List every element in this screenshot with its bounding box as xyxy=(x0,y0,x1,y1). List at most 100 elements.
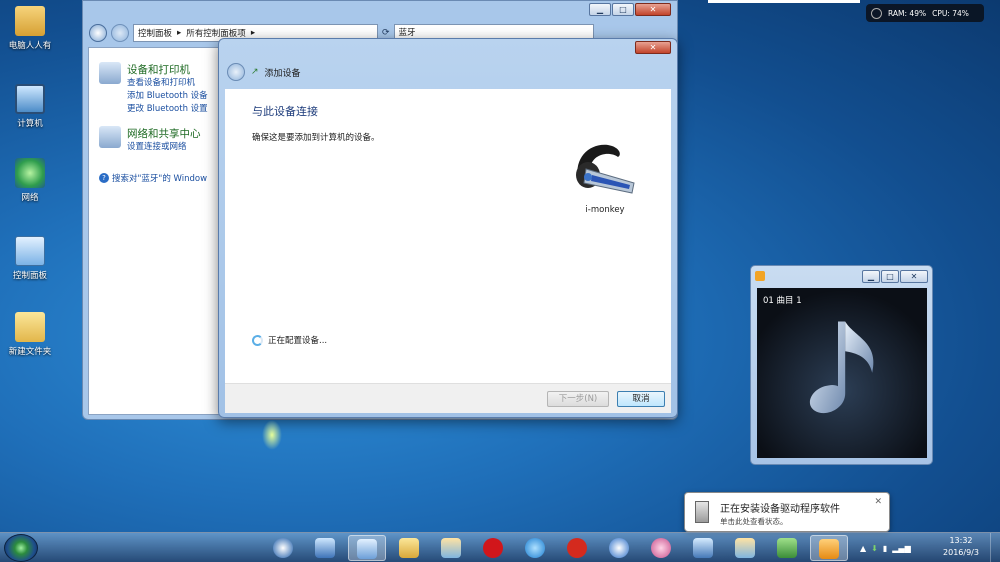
taskbar: ▲ ⬇ ▮ ▂▄▆ 13:32 2016/9/3 xyxy=(0,532,1000,562)
taskbar-photos[interactable] xyxy=(768,535,806,561)
media-player-icon xyxy=(819,539,839,559)
next-button[interactable]: 下一步(N) xyxy=(547,391,609,407)
add-device-dialog: ✕ ↗ 添加设备 与此设备连接 确保这是要添加到计算机的设备。 i-monkey… xyxy=(218,38,678,418)
desktop-icon-computer[interactable]: 计算机 xyxy=(0,84,60,129)
notification-balloon[interactable]: 正在安装设备驱动程序软件 单击此处查看状态。 ✕ xyxy=(684,492,890,532)
folder-icon xyxy=(15,312,45,342)
taskbar-control-panel[interactable] xyxy=(348,535,386,561)
desktop-icon-label: 控制面板 xyxy=(12,271,47,281)
desktop-icon-label: 网络 xyxy=(21,193,39,203)
headset-icon xyxy=(576,144,635,194)
back-icon[interactable] xyxy=(227,63,245,81)
computer-icon xyxy=(15,84,45,114)
screen-icon xyxy=(693,538,713,558)
maximize-button[interactable]: □ xyxy=(881,269,899,283)
system-tray: ▲ ⬇ ▮ ▂▄▆ xyxy=(860,537,922,559)
minimize-button[interactable]: ▁ xyxy=(862,269,880,283)
close-button[interactable]: ✕ xyxy=(900,269,928,283)
category-title[interactable]: 设备和打印机 xyxy=(127,62,208,77)
system-monitor-gadget: RAM: 49% CPU: 74% xyxy=(866,4,984,22)
add-device-icon: ↗ xyxy=(251,67,259,77)
category-link[interactable]: 更改 Bluetooth 设置 xyxy=(127,103,208,116)
desktop-icon-folder[interactable]: 新建文件夹 xyxy=(0,312,60,357)
category-network: 网络和共享中心 设置连接或网络 xyxy=(99,126,201,154)
dialog-title: 添加设备 xyxy=(264,68,301,79)
taskbar-s-app[interactable] xyxy=(600,535,638,561)
category-link[interactable]: 添加 Bluetooth 设备 xyxy=(127,90,208,103)
refresh-icon[interactable]: ⟳ xyxy=(382,28,390,38)
search-windows-link[interactable]: ? 搜索对"蓝牙"的 Window xyxy=(99,172,207,184)
s-app-icon xyxy=(609,538,629,558)
taskbar-screen[interactable] xyxy=(684,535,722,561)
device-tray-icon[interactable]: ▮ xyxy=(883,544,887,553)
taskbar-monkey[interactable] xyxy=(642,535,680,561)
window-controls: ▁ □ ✕ xyxy=(83,1,677,19)
breadcrumb-item[interactable]: 控制面板 xyxy=(138,27,172,39)
search-windows-label[interactable]: 搜索对"蓝牙"的 Window xyxy=(112,172,207,184)
user-folder-icon xyxy=(15,6,45,36)
notification-subtitle[interactable]: 单击此处查看状态。 xyxy=(720,516,788,527)
chess-icon xyxy=(483,538,503,558)
gauge-icon xyxy=(871,7,882,19)
clock-time: 13:32 xyxy=(949,536,973,545)
category-devices: 设备和打印机 查看设备和打印机 添加 Bluetooth 设备 更改 Bluet… xyxy=(99,62,208,116)
clock[interactable]: 13:32 2016/9/3 xyxy=(936,535,986,559)
browser-icon xyxy=(273,538,293,558)
taskbar-explorer[interactable] xyxy=(390,535,428,561)
ie-icon xyxy=(525,538,545,558)
show-hidden-icons[interactable]: ▲ xyxy=(860,544,866,553)
category-link[interactable]: 设置连接或网络 xyxy=(127,141,201,154)
bluetooth-tray-icon[interactable]: ⬇ xyxy=(871,544,878,553)
notification-title: 正在安装设备驱动程序软件 xyxy=(720,504,840,515)
maximize-button[interactable]: □ xyxy=(612,3,634,16)
device-driver-icon xyxy=(695,501,709,523)
taskbar-chrome[interactable] xyxy=(264,535,302,561)
control-panel-icon xyxy=(15,236,45,266)
taskbar-ie[interactable] xyxy=(516,535,554,561)
taskbar-paint[interactable] xyxy=(432,535,470,561)
close-icon[interactable]: ✕ xyxy=(874,497,882,507)
dialog-footer: 下一步(N) 取消 xyxy=(225,383,671,413)
close-button[interactable]: ✕ xyxy=(635,3,671,16)
media-titlebar: ▁ □ ✕ xyxy=(751,266,932,286)
device-name: i-monkey xyxy=(585,205,625,215)
taskbar-chess[interactable] xyxy=(474,535,512,561)
computer-icon xyxy=(315,538,335,558)
network-icon xyxy=(15,158,45,188)
network-share-icon xyxy=(99,126,121,148)
printer-icon xyxy=(99,62,121,84)
show-desktop-button[interactable] xyxy=(990,533,1000,562)
taskbar-paint-2[interactable] xyxy=(726,535,764,561)
monkey-icon xyxy=(651,538,671,558)
media-screen: 01 曲目 1 xyxy=(757,288,927,458)
category-link[interactable]: 查看设备和打印机 xyxy=(127,77,208,90)
media-player-window: ▁ □ ✕ 01 曲目 1 xyxy=(750,265,933,465)
track-title: 01 曲目 1 xyxy=(763,296,802,306)
paint-icon xyxy=(441,538,461,558)
minimize-button[interactable]: ▁ xyxy=(589,3,611,16)
chevron-right-icon: ▸ xyxy=(177,28,182,38)
signal-icon[interactable]: ▂▄▆ xyxy=(892,544,910,553)
taskbar-media-player[interactable] xyxy=(810,535,848,561)
status-text: 正在配置设备... xyxy=(268,336,328,346)
back-icon[interactable] xyxy=(89,24,107,42)
dialog-header: ↗ 添加设备 xyxy=(219,57,677,87)
desktop-icon-label: 电脑人人有 xyxy=(8,41,52,51)
folder-icon xyxy=(399,538,419,558)
cpu-readout: CPU: 74% xyxy=(932,8,969,18)
music-note-icon xyxy=(809,321,874,414)
photo-icon xyxy=(777,538,797,558)
forward-icon[interactable] xyxy=(111,24,129,42)
desktop-icon-user[interactable]: 电脑人人有 xyxy=(0,6,60,51)
taskbar-p-app[interactable] xyxy=(558,535,596,561)
close-button[interactable]: ✕ xyxy=(635,41,671,54)
taskbar-computer[interactable] xyxy=(306,535,344,561)
desktop-icon-control-panel[interactable]: 控制面板 xyxy=(0,236,60,281)
cancel-button[interactable]: 取消 xyxy=(617,391,665,407)
clock-date: 2016/9/3 xyxy=(943,548,979,557)
start-button[interactable] xyxy=(4,534,38,562)
control-panel-icon xyxy=(357,539,377,559)
desktop-icon-network[interactable]: 网络 xyxy=(0,158,60,203)
category-title[interactable]: 网络和共享中心 xyxy=(127,126,201,141)
dialog-description: 确保这是要添加到计算机的设备。 xyxy=(252,133,380,143)
